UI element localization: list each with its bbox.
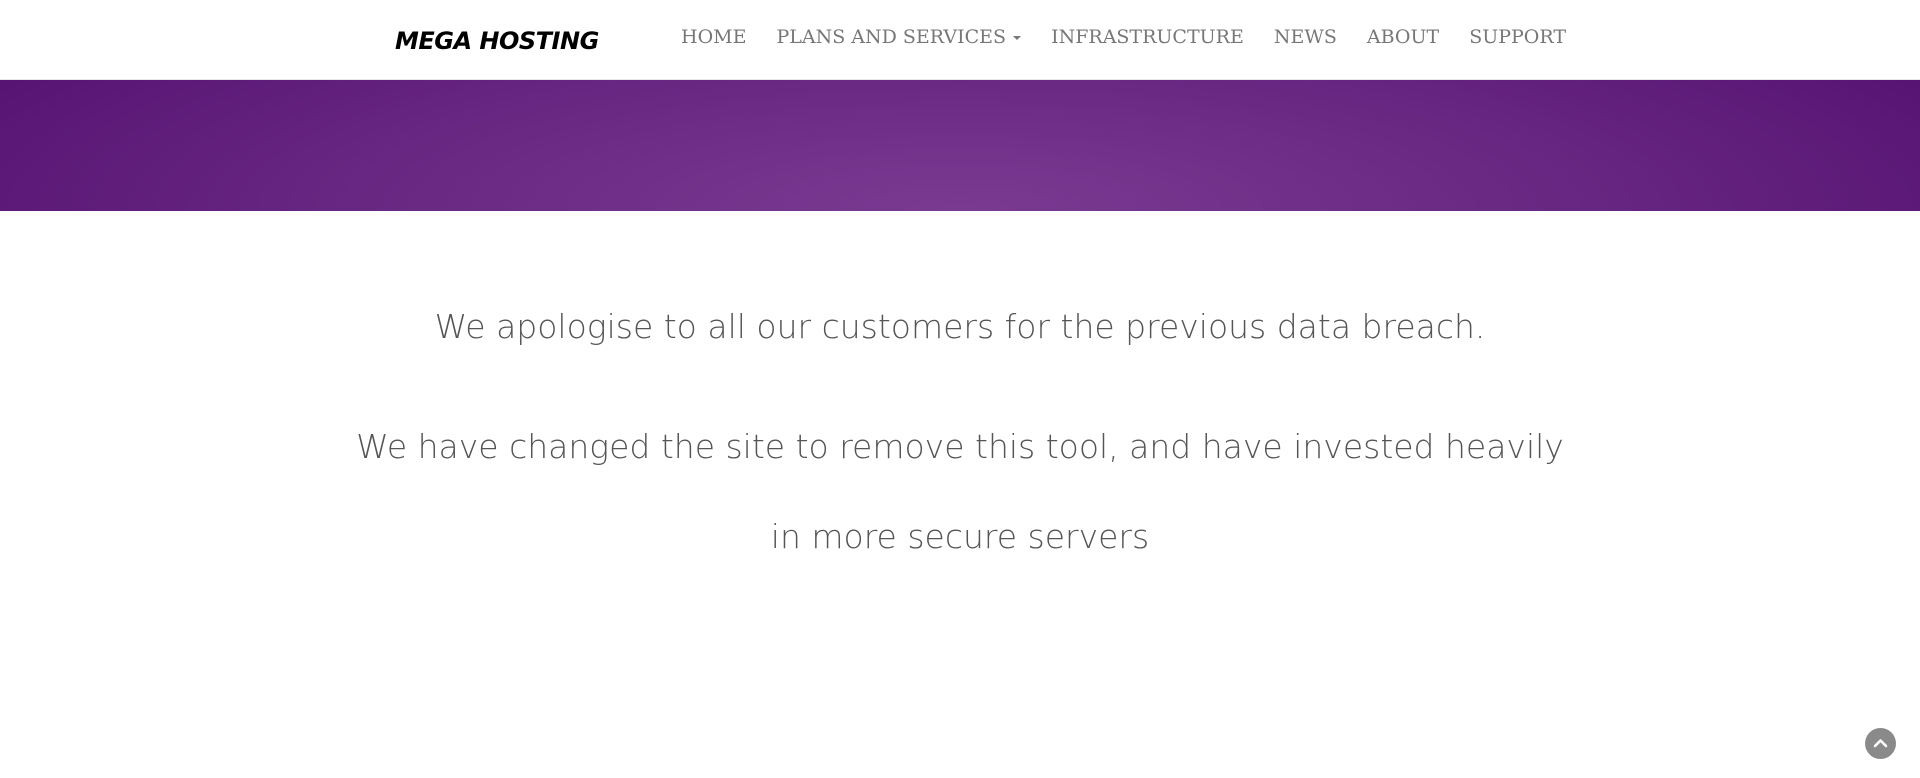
nav-menu: HOME PLANS AND SERVICES INFRASTRUCTURE N… — [681, 26, 1566, 48]
scroll-to-top-button[interactable] — [1865, 728, 1896, 759]
navbar: MEGA HOSTING HOME PLANS AND SERVICES INF… — [0, 0, 1920, 80]
apology-message: We apologise to all our customers for th… — [434, 307, 1486, 346]
nav-item-about[interactable]: ABOUT — [1367, 26, 1439, 48]
security-message-line-1: We have changed the site to remove this … — [356, 427, 1564, 466]
security-message-line-2: in more secure servers — [770, 517, 1150, 556]
hero-banner — [0, 80, 1920, 211]
nav-item-infrastructure[interactable]: INFRASTRUCTURE — [1051, 26, 1244, 48]
nav-item-label: ABOUT — [1366, 26, 1440, 48]
site-logo[interactable]: MEGA HOSTING — [395, 27, 599, 55]
nav-item-plans-and-services[interactable]: PLANS AND SERVICES — [776, 26, 1022, 48]
chevron-up-icon — [1873, 739, 1888, 748]
nav-item-label: NEWS — [1273, 26, 1337, 48]
nav-item-label: PLANS AND SERVICES — [776, 26, 1007, 48]
nav-item-label: HOME — [681, 26, 747, 48]
nav-item-news[interactable]: NEWS — [1274, 26, 1337, 48]
caret-down-icon — [1013, 36, 1022, 40]
nav-item-label: SUPPORT — [1469, 26, 1567, 48]
nav-item-home[interactable]: HOME — [681, 26, 746, 48]
nav-item-label: INFRASTRUCTURE — [1051, 26, 1244, 48]
nav-item-support[interactable]: SUPPORT — [1469, 26, 1566, 48]
